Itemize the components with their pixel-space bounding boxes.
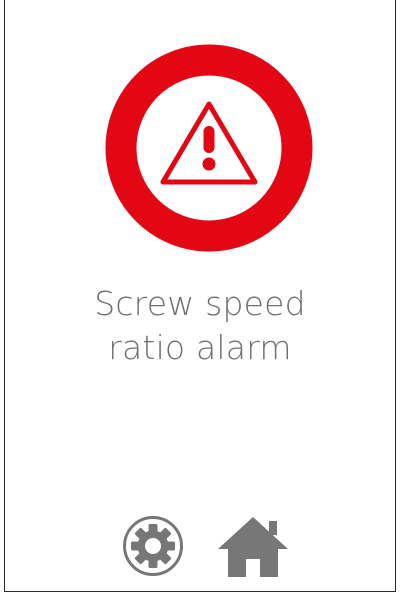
alarm-message-line-2: ratio alarm	[108, 328, 292, 367]
gear-icon	[123, 516, 183, 576]
home-button[interactable]	[216, 515, 290, 577]
alarm-screen: Screw speed ratio alarm	[4, 0, 396, 592]
warning-triangle-icon	[105, 44, 313, 252]
home-icon	[218, 517, 288, 577]
alarm-message: Screw speed ratio alarm	[5, 282, 395, 370]
alarm-message-line-1: Screw speed	[94, 284, 306, 323]
settings-button[interactable]	[122, 515, 184, 577]
